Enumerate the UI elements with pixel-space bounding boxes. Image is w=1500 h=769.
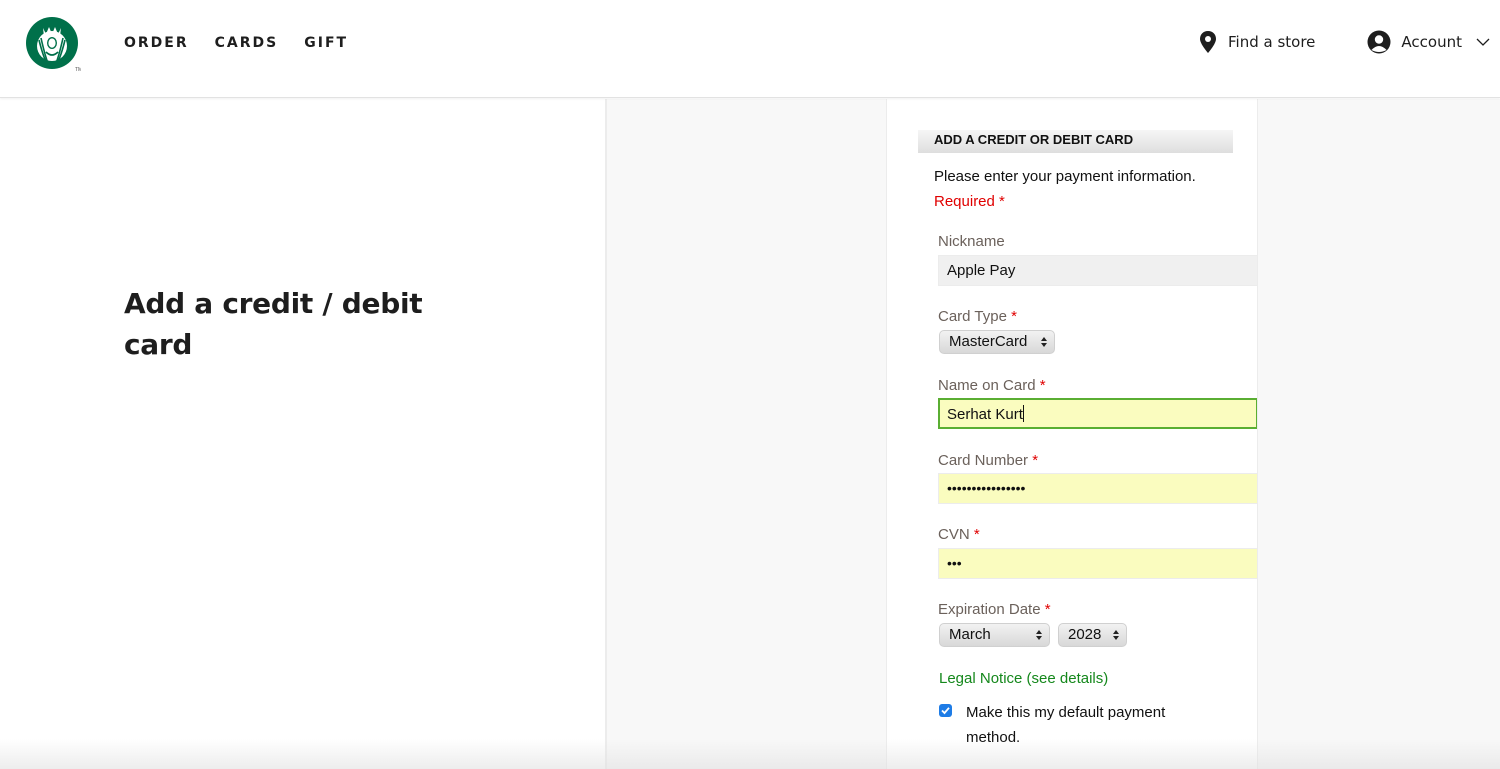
cvn-label: CVN * <box>938 526 980 543</box>
select-arrows-icon <box>1041 337 1047 347</box>
text-caret <box>1022 405 1024 422</box>
expiration-label: Expiration Date * <box>938 601 1051 618</box>
user-avatar-icon <box>1367 30 1391 54</box>
card-type-label: Card Type * <box>938 308 1017 325</box>
find-store-link[interactable]: Find a store <box>1198 30 1315 54</box>
name-on-card-input[interactable]: Serhat Kurt <box>938 398 1257 429</box>
add-card-form: ADD A CREDIT OR DEBIT CARD Please enter … <box>886 99 1258 769</box>
utility-nav: Find a store Account <box>1198 30 1490 54</box>
default-payment-label: Make this my default payment method. <box>966 704 1166 746</box>
cvn-input[interactable]: ••• <box>938 548 1257 579</box>
card-type-select[interactable]: MasterCard <box>939 330 1055 354</box>
left-pane <box>0 99 605 769</box>
siren-logo-icon: TM <box>26 17 82 73</box>
account-menu[interactable]: Account <box>1367 30 1490 54</box>
site-header: TM ORDER CARDS GIFT Find a store Account <box>0 0 1500 98</box>
svg-text:TM: TM <box>75 67 81 72</box>
expiration-month-select[interactable]: March <box>939 623 1050 647</box>
main-nav: ORDER CARDS GIFT <box>124 34 374 52</box>
nav-order[interactable]: ORDER <box>124 34 189 52</box>
location-pin-icon <box>1200 31 1217 53</box>
required-note: Required * <box>934 193 1005 210</box>
form-section-title: ADD A CREDIT OR DEBIT CARD <box>918 130 1233 153</box>
card-number-input[interactable]: •••••••••••••••• <box>938 473 1257 504</box>
nav-gift[interactable]: GIFT <box>304 34 348 52</box>
account-label: Account <box>1401 33 1462 51</box>
select-arrows-icon <box>1113 630 1119 640</box>
card-number-label: Card Number * <box>938 452 1039 469</box>
select-arrows-icon <box>1036 630 1042 640</box>
chevron-down-icon[interactable] <box>1476 37 1490 47</box>
checkmark-icon <box>941 707 950 715</box>
starbucks-logo[interactable]: TM <box>25 16 82 73</box>
default-payment-checkbox[interactable] <box>939 704 952 717</box>
name-on-card-label: Name on Card * <box>938 377 1046 394</box>
nickname-label: Nickname <box>938 233 1005 250</box>
expiration-year-select[interactable]: 2028 <box>1058 623 1127 647</box>
legal-notice-link[interactable]: Legal Notice (see details) <box>939 670 1108 687</box>
page-title: Add a credit / debit card <box>124 287 423 361</box>
nickname-input[interactable]: Apple Pay <box>938 255 1257 286</box>
nav-cards[interactable]: CARDS <box>215 34 279 52</box>
form-intro: Please enter your payment information. <box>934 168 1196 185</box>
find-store-label: Find a store <box>1228 33 1316 51</box>
